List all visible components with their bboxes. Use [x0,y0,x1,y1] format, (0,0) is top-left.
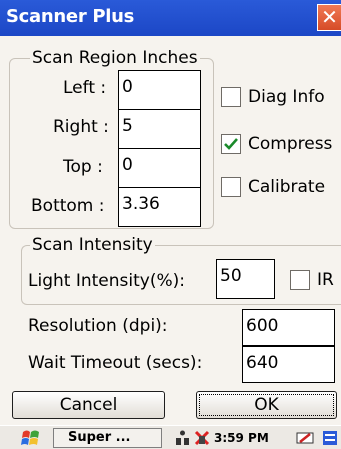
bottom-label: Bottom : [31,196,105,216]
diag-info-checkbox[interactable] [221,87,241,107]
cancel-button[interactable]: Cancel [12,391,165,419]
ir-checkbox[interactable] [290,270,310,290]
checkmark-icon [224,138,238,150]
right-label: Right : [53,117,109,137]
calibrate-label: Calibrate [248,177,326,197]
light-intensity-input[interactable]: 50 [216,259,275,299]
close-button[interactable]: ✕ [317,4,341,31]
wait-timeout-input[interactable]: 640 [242,346,335,383]
windows-flag-icon[interactable] [20,428,42,448]
top-label: Top : [63,157,103,177]
left-input[interactable]: 0 [118,70,201,110]
scan-intensity-legend: Scan Intensity [30,235,155,255]
keyboard-icon[interactable] [296,429,314,447]
compress-checkbox[interactable] [221,134,241,154]
clock[interactable]: 3:59 PM [214,431,269,445]
resolution-label: Resolution (dpi): [28,316,168,336]
compress-label: Compress [248,134,333,154]
task-button[interactable]: Super ... [53,428,162,448]
light-intensity-label: Light Intensity(%): [28,271,185,291]
title-bar: Scanner Plus ✕ [0,0,341,36]
diag-info-label: Diag Info [248,87,325,107]
right-input[interactable]: 5 [118,109,201,149]
ir-label: IR [317,270,334,290]
taskbar: Super ... 3:59 PM [0,425,341,449]
network-icon[interactable] [174,429,192,447]
calibrate-checkbox[interactable] [221,177,241,197]
top-input[interactable]: 0 [118,148,201,188]
input-panel-icon[interactable] [321,429,339,447]
wait-timeout-label: Wait Timeout (secs): [28,353,203,373]
left-label: Left : [63,78,107,98]
status-icon[interactable] [193,429,211,447]
ok-button[interactable]: OK [196,391,337,419]
close-icon: ✕ [321,5,338,29]
bottom-input[interactable]: 3.36 [118,187,201,227]
scan-region-legend: Scan Region Inches [30,48,200,68]
window-title: Scanner Plus [6,6,135,27]
resolution-input[interactable]: 600 [242,309,335,346]
